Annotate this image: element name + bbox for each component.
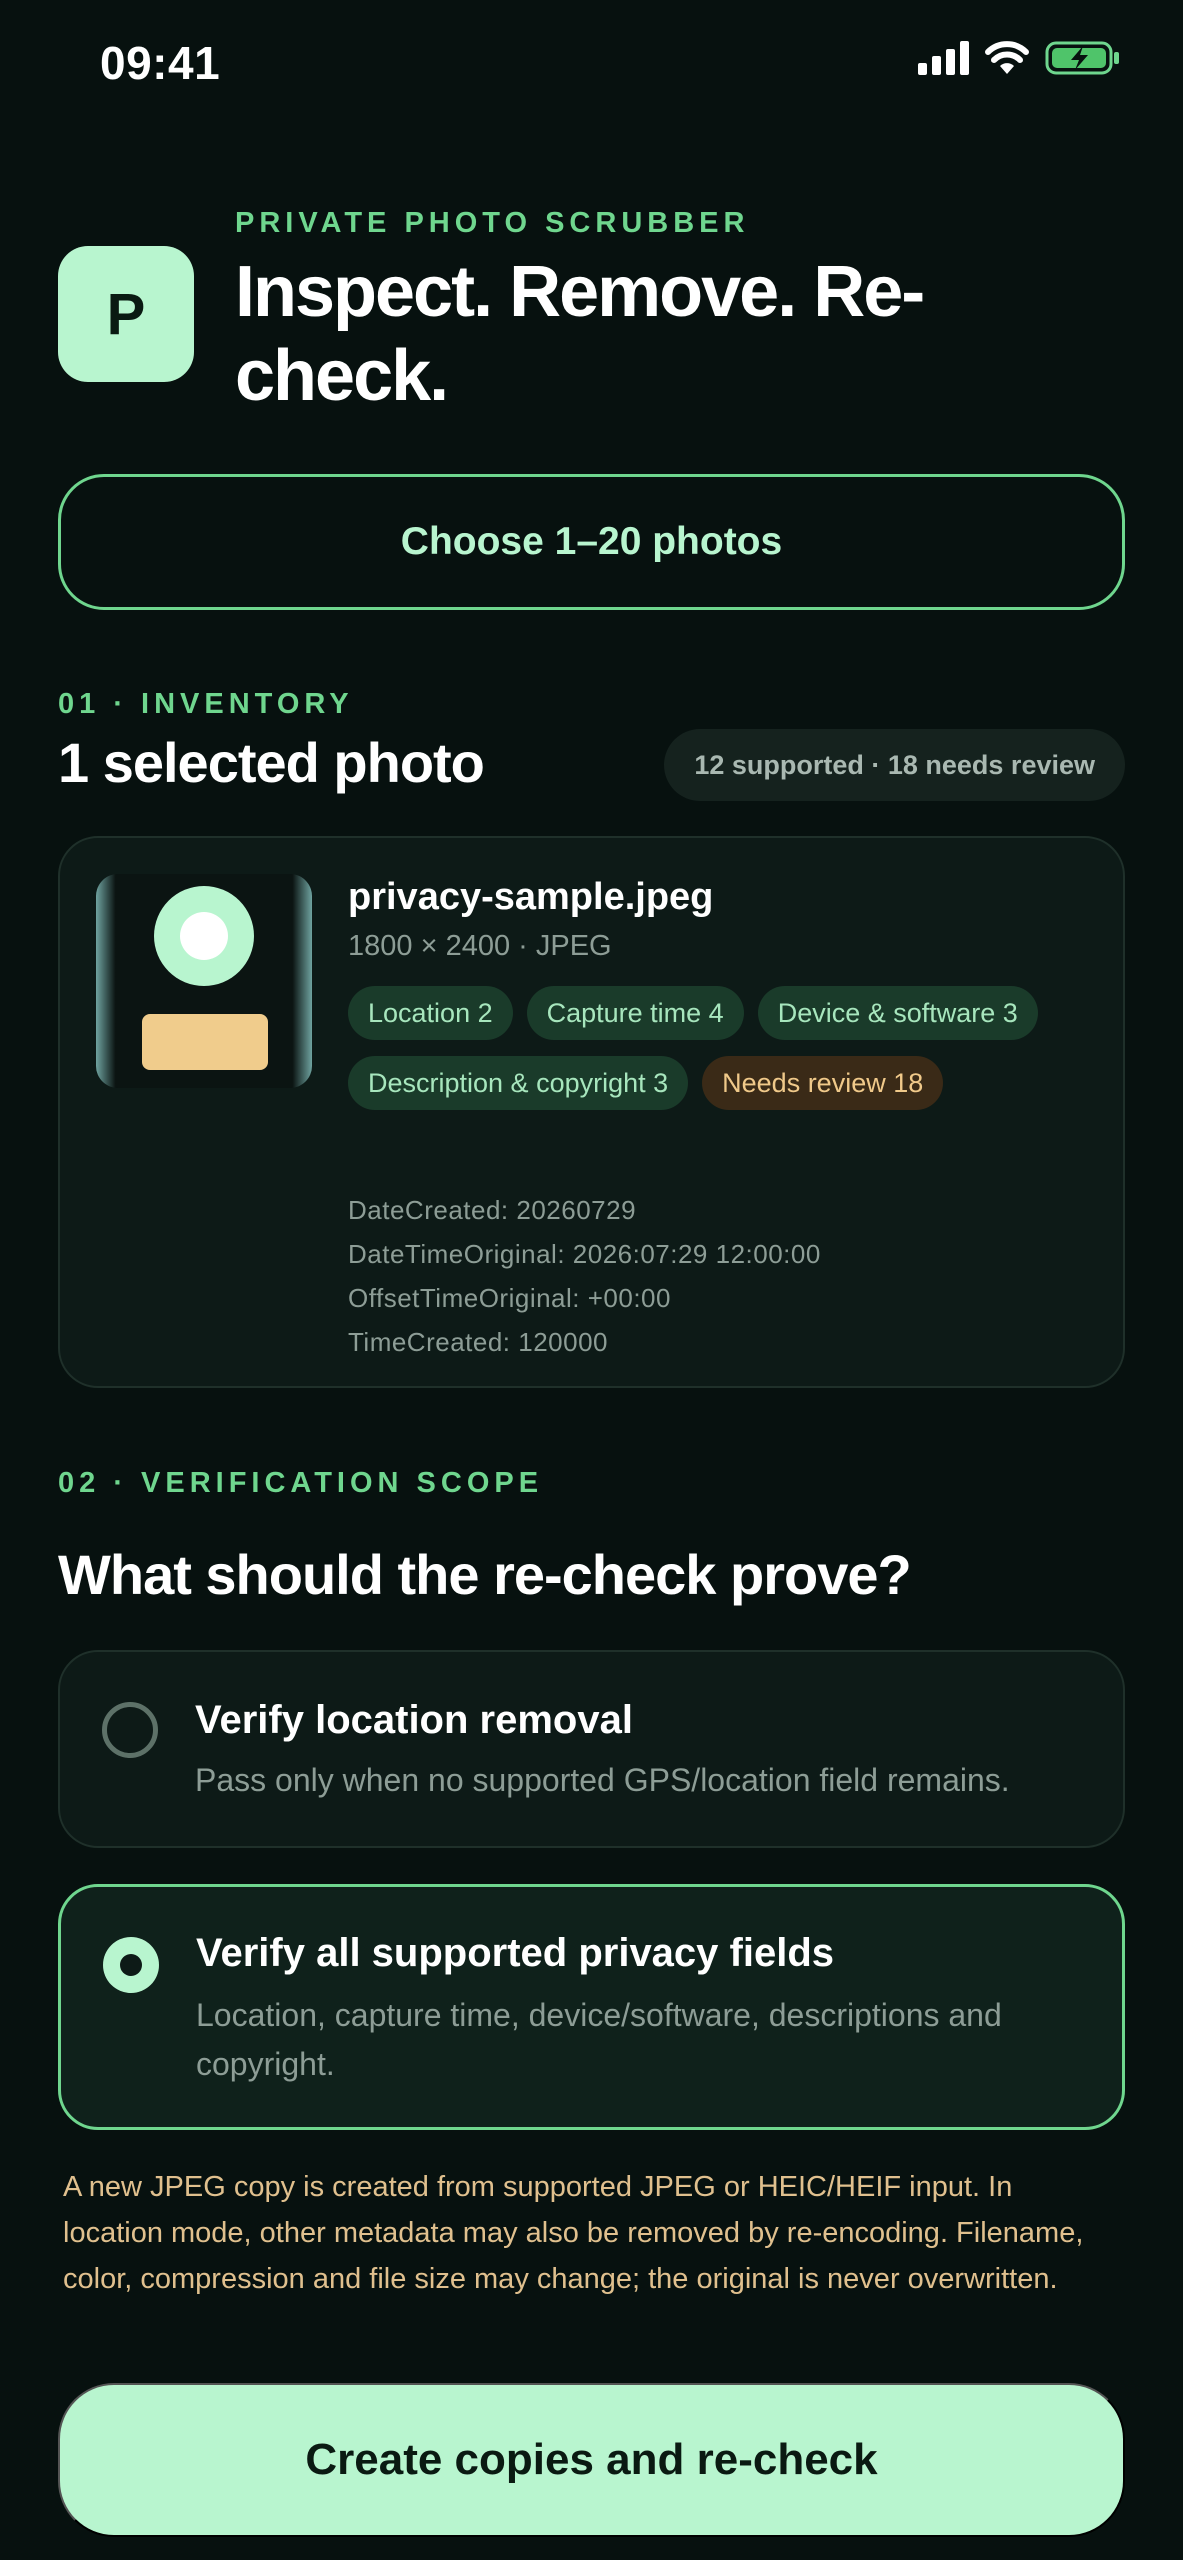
- choose-photos-button[interactable]: Choose 1–20 photos: [58, 474, 1125, 610]
- metadata-field: TimeCreated: 120000: [348, 1327, 609, 1357]
- option-description: Pass only when no supported GPS/location…: [195, 1762, 1010, 1798]
- radio-unselected-icon[interactable]: [102, 1702, 158, 1758]
- battery-charging-icon: [1045, 41, 1119, 75]
- option-title: Verify all supported privacy fields: [196, 1931, 835, 1975]
- tag-location: Location 2: [348, 986, 513, 1040]
- inventory-section-label: 01 · INVENTORY: [58, 688, 354, 720]
- option-verify-all-privacy[interactable]: Verify all supported privacy fields Loca…: [58, 1884, 1125, 2130]
- photo-card[interactable]: privacy-sample.jpeg 1800 × 2400 · JPEG L…: [58, 836, 1125, 1388]
- inventory-title: 1 selected photo: [58, 731, 485, 794]
- metadata-field: DateTimeOriginal: 2026:07:29 12:00:00: [348, 1239, 821, 1269]
- metadata-field-list: DateCreated: 20260729 DateTimeOriginal: …: [348, 1188, 821, 1364]
- create-copies-button[interactable]: Create copies and re-check: [58, 2383, 1125, 2537]
- support-summary-badge: 12 supported · 18 needs review: [664, 729, 1125, 801]
- photo-thumbnail: [96, 874, 312, 1088]
- tag-capture-time: Capture time 4: [526, 986, 744, 1040]
- option-description: Location, capture time, device/software,…: [196, 1997, 1002, 2082]
- photo-dimensions: 1800 × 2400 · JPEG: [348, 930, 612, 962]
- status-time: 09:41: [100, 37, 221, 89]
- status-bar: 09:41: [0, 0, 1183, 130]
- page-title: Inspect. Remove. Re-check.: [235, 252, 925, 416]
- tag-needs-review: Needs review 18: [702, 1056, 944, 1110]
- verification-title: What should the re-check prove?: [58, 1543, 912, 1606]
- tag-device-software: Device & software 3: [757, 986, 1038, 1040]
- option-verify-location[interactable]: Verify location removal Pass only when n…: [58, 1650, 1125, 1848]
- option-title: Verify location removal: [195, 1698, 633, 1742]
- app-logo-icon: P: [58, 246, 194, 382]
- metadata-field: DateCreated: 20260729: [348, 1195, 637, 1225]
- status-icons: [918, 40, 1121, 76]
- radio-selected-icon[interactable]: [103, 1937, 159, 1993]
- photo-file-name: privacy-sample.jpeg: [348, 876, 714, 918]
- verification-section-label: 02 · VERIFICATION SCOPE: [58, 1467, 544, 1499]
- app-eyebrow: PRIVATE PHOTO SCRUBBER: [235, 207, 750, 239]
- wifi-icon: [985, 41, 1029, 74]
- metadata-field: OffsetTimeOriginal: +00:00: [348, 1283, 671, 1313]
- tag-description-copyright: Description & copyright 3: [348, 1056, 689, 1110]
- cellular-signal-icon: [918, 41, 969, 75]
- disclaimer-text: A new JPEG copy is created from supporte…: [63, 2171, 1084, 2295]
- metadata-tags: Location 2 Capture time 4 Device & softw…: [348, 986, 1108, 1110]
